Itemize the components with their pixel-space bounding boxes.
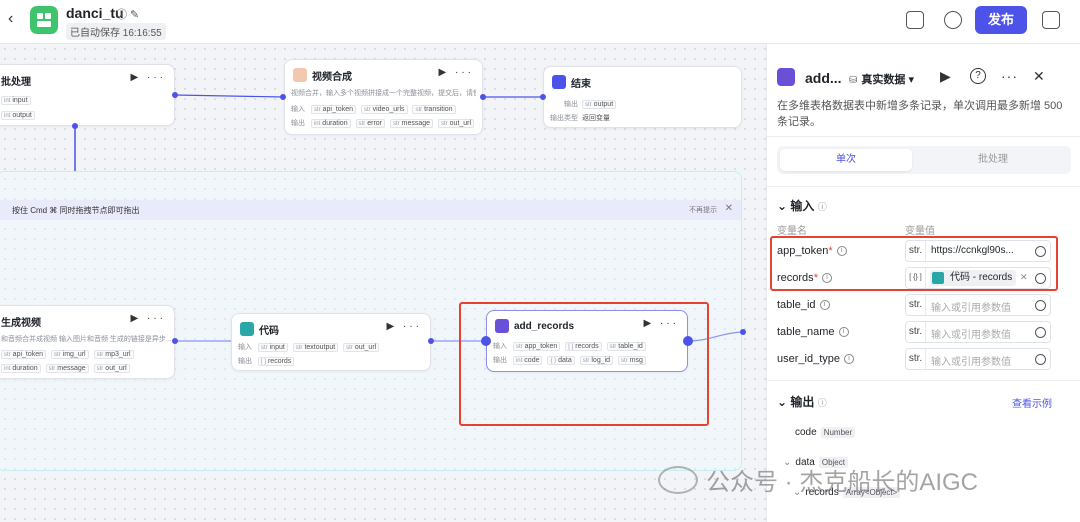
wechat-icon bbox=[658, 466, 698, 494]
back-arrow-icon[interactable]: ‹ bbox=[8, 10, 13, 28]
param-row: user_id_type i str. 输入或引用参数值 bbox=[767, 348, 1080, 372]
drag-hint-text: 按住 Cmd ⌘ 同时拖拽节点即可拖出 bbox=[12, 206, 140, 215]
add-records-highlight bbox=[459, 302, 709, 426]
title-icons[interactable]: ⓘ ✎ bbox=[116, 6, 139, 22]
type-select[interactable]: str. bbox=[906, 349, 926, 369]
drag-hint-banner: 按住 Cmd ⌘ 同时拖拽节点即可拖出 不再提示 ✕ bbox=[0, 200, 741, 220]
param-value-input[interactable]: str. 输入或引用参数值 bbox=[905, 321, 1051, 343]
help-icon[interactable]: ? bbox=[970, 68, 986, 84]
end-icon bbox=[552, 75, 566, 89]
output-port[interactable] bbox=[172, 338, 178, 344]
node-title: 视频合成 bbox=[312, 71, 352, 83]
reference-icon[interactable] bbox=[1035, 300, 1046, 311]
param-row: table_id i str. 输入或引用参数值 bbox=[767, 294, 1080, 318]
top-bar: ‹ danci_tu ⓘ ✎ 已自动保存 16:16:55 发布 bbox=[0, 0, 1080, 44]
autosave-status: 已自动保存 16:16:55 bbox=[66, 23, 166, 40]
node-controls[interactable]: ▶ ··· bbox=[387, 321, 422, 332]
node-description: 视频合并，输入多个视频拼接成一个完整视频，提交后，请使... bbox=[291, 90, 476, 97]
node-controls[interactable]: ▶ ··· bbox=[439, 67, 474, 78]
param-placeholder: 输入或引用参数值 bbox=[931, 303, 1011, 314]
view-example-link[interactable]: 查看示例 bbox=[1012, 395, 1052, 410]
required-params-highlight bbox=[770, 236, 1058, 291]
node-controls[interactable]: ▶ ··· bbox=[131, 313, 166, 324]
node-title: 生成视频 bbox=[1, 317, 41, 329]
generate-video-node[interactable]: 生成视频 ▶ ··· 和音频合并成视频 输入图片和音频 生成的链接是异步... … bbox=[0, 305, 175, 379]
watermark-text: 公众号 · 杰克船长的AIGC bbox=[706, 469, 979, 496]
more-window-icon[interactable] bbox=[1042, 11, 1060, 29]
tab-single[interactable]: 单次 bbox=[780, 149, 912, 171]
input-port[interactable] bbox=[540, 94, 546, 100]
code-icon bbox=[240, 322, 254, 336]
output-port[interactable] bbox=[480, 94, 486, 100]
run-icon[interactable]: ▶ bbox=[940, 68, 951, 85]
type-select[interactable]: str. bbox=[906, 295, 926, 315]
output-section-header[interactable]: ⌄ 输出 ⓘ bbox=[777, 393, 827, 410]
param-value-input[interactable]: str. 输入或引用参数值 bbox=[905, 294, 1051, 316]
video-merge-icon bbox=[293, 68, 307, 82]
close-icon[interactable]: ✕ bbox=[725, 203, 733, 214]
data-mode-select[interactable]: ⛁ 真实数据 ▾ bbox=[849, 71, 914, 87]
col-value-header: 变量值 bbox=[905, 226, 935, 237]
output-port[interactable] bbox=[172, 92, 178, 98]
panel-title: add... bbox=[805, 70, 842, 86]
app-logo bbox=[30, 6, 58, 34]
input-section-header[interactable]: ⌄ 输入 ⓘ bbox=[777, 197, 827, 214]
reference-icon[interactable] bbox=[1035, 327, 1046, 338]
tab-batch[interactable]: 批处理 bbox=[927, 149, 1059, 171]
col-name-header: 变量名 bbox=[777, 226, 807, 237]
param-row: table_name i str. 输入或引用参数值 bbox=[767, 321, 1080, 345]
publish-button[interactable]: 发布 bbox=[975, 6, 1027, 34]
param-placeholder: 输入或引用参数值 bbox=[931, 357, 1011, 368]
node-title: 批处理 bbox=[1, 76, 31, 88]
more-icon[interactable]: ··· bbox=[1001, 68, 1018, 84]
output-port[interactable] bbox=[428, 338, 434, 344]
db-icon: ⛁ bbox=[849, 75, 858, 86]
param-name: user_id_type i bbox=[777, 353, 854, 365]
end-node[interactable]: 结束 输出 str output 输出类型 返回变量 bbox=[543, 66, 742, 128]
code-node[interactable]: 代码 ▶ ··· 输入 str input str textoutput str ou… bbox=[231, 313, 431, 371]
node-controls[interactable]: ▶ ··· bbox=[131, 72, 166, 83]
batch-port[interactable] bbox=[72, 123, 78, 129]
app-title: danci_tu bbox=[66, 5, 124, 21]
type-select[interactable]: str. bbox=[906, 322, 926, 342]
param-placeholder: 输入或引用参数值 bbox=[931, 330, 1011, 341]
history-icon[interactable] bbox=[944, 11, 962, 29]
table-icon bbox=[777, 68, 795, 86]
param-name: table_id i bbox=[777, 299, 830, 311]
param-value-input[interactable]: str. 输入或引用参数值 bbox=[905, 348, 1051, 370]
param-name: table_name i bbox=[777, 326, 849, 338]
copy-icon[interactable] bbox=[906, 11, 924, 29]
close-icon[interactable]: ✕ bbox=[1033, 68, 1045, 85]
batch-node[interactable]: 批处理 ▶ ··· int input int output bbox=[0, 64, 175, 126]
output-row: code Number bbox=[795, 427, 856, 438]
video-merge-node[interactable]: 视频合成 ▶ ··· 视频合并，输入多个视频拼接成一个完整视频，提交后，请使..… bbox=[284, 59, 483, 135]
node-description: 和音频合并成视频 输入图片和音频 生成的链接是异步... bbox=[1, 336, 171, 343]
dismiss-hint-link[interactable]: 不再提示 bbox=[689, 205, 717, 215]
node-title: 代码 bbox=[259, 325, 279, 337]
panel-description: 在多维表格数据表中新增多条记录，单次调用最多新增 500 条记录。 bbox=[777, 100, 1063, 128]
reference-icon[interactable] bbox=[1035, 354, 1046, 365]
node-title: 结束 bbox=[571, 78, 591, 90]
group-output-port[interactable] bbox=[740, 329, 746, 335]
run-mode-tabs: 单次 批处理 bbox=[777, 146, 1071, 174]
workflow-canvas[interactable]: 按住 Cmd ⌘ 同时拖拽节点即可拖出 不再提示 ✕ 批处理 ▶ ··· int… bbox=[0, 44, 766, 522]
input-port[interactable] bbox=[280, 94, 286, 100]
